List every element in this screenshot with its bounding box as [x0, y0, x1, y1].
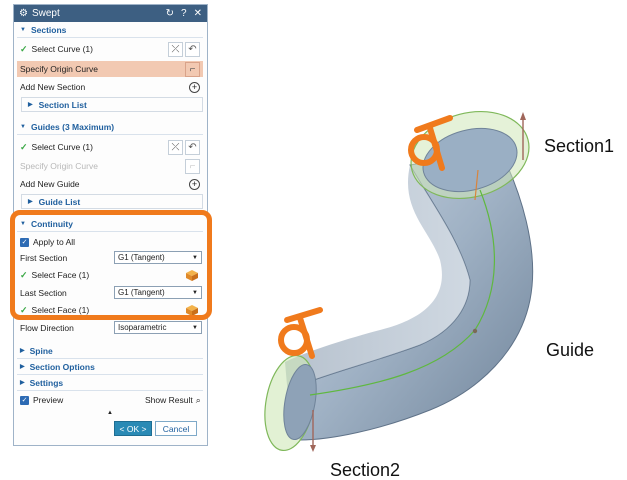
tangent-arrowhead-bottom: [310, 445, 316, 452]
tangent-arrowhead-top: [520, 112, 526, 120]
guide-label: Guide: [546, 340, 595, 360]
guide-point: [472, 328, 478, 334]
section1-label: Section1: [544, 136, 615, 156]
g1-continuity-symbol-bottom: [278, 307, 323, 359]
section2-label: Section2: [330, 460, 401, 480]
swept-tube-illustration: [264, 110, 534, 452]
